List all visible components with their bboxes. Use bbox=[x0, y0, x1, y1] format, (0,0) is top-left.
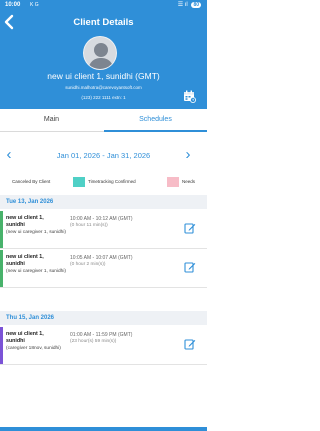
legend-timetracking-swatch bbox=[73, 177, 85, 187]
active-tab-indicator bbox=[104, 130, 207, 132]
schedule-client: new ui client 1, sunidhi bbox=[6, 331, 44, 344]
tab-schedules[interactable]: Schedules bbox=[104, 109, 207, 132]
day-header: Thu 15, Jan 2026 bbox=[0, 311, 207, 325]
user-placeholder-icon bbox=[88, 43, 114, 69]
schedule-status-bar bbox=[0, 327, 3, 364]
schedule-card[interactable]: new ui client 1, sunidhi (new ui caregiv… bbox=[0, 211, 207, 249]
avatar bbox=[83, 36, 117, 70]
tab-bar: Main Schedules bbox=[0, 109, 207, 132]
tab-main[interactable]: Main bbox=[0, 109, 103, 132]
battery-icon: 80 bbox=[191, 2, 201, 8]
edit-icon[interactable] bbox=[184, 261, 196, 273]
edit-icon[interactable] bbox=[184, 222, 196, 234]
edit-icon[interactable] bbox=[184, 338, 196, 350]
schedule-duration: (23 hour(s) 59 min(s)) bbox=[70, 339, 117, 344]
legend-timetracking-label: Timetracking Confirmed bbox=[88, 179, 136, 184]
status-notification-icons: K G bbox=[30, 2, 39, 8]
schedule-time: 10:05 AM - 10:07 AM (GMT) bbox=[70, 255, 133, 261]
schedule-caregiver: (new ui caregiver 1, sunidhi) bbox=[6, 230, 66, 235]
header: 10:00 K G ☰ ıl 80 Client Details new ui … bbox=[0, 0, 207, 109]
signal-icon: ☰ ıl bbox=[177, 2, 188, 8]
day-header: Tue 13, Jan 2026 bbox=[0, 195, 207, 209]
bottom-edge-bar bbox=[0, 427, 207, 431]
schedule-duration: (0 hour 11 min(s)) bbox=[70, 223, 108, 228]
schedule-client: new ui client 1, sunidhi bbox=[6, 254, 44, 267]
legend-needs-label: Needs bbox=[182, 179, 196, 184]
legend-needs-swatch bbox=[167, 177, 179, 187]
schedule-caregiver: (new ui caregiver 1, sunidhi) bbox=[6, 269, 66, 274]
status-bar: 10:00 K G ☰ ıl 80 bbox=[0, 0, 207, 12]
status-time: 10:00 bbox=[5, 2, 21, 8]
schedule-time: 10:00 AM - 10:12 AM (GMT) bbox=[70, 216, 133, 222]
client-phone: (123) 222 1111 extn: 1 bbox=[81, 95, 126, 100]
date-range-label[interactable]: Jan 01, 2026 - Jan 31, 2026 bbox=[0, 151, 207, 160]
status-legend: Canceled By Client Timetracking Confirme… bbox=[0, 177, 207, 189]
next-range-chevron-icon[interactable]: › bbox=[181, 147, 195, 165]
client-email: sunidhi.malhotra@carevoyantsoft.com bbox=[65, 85, 142, 90]
schedule-card[interactable]: new ui client 1, sunidhi (new ui caregiv… bbox=[0, 250, 207, 288]
schedule-status-bar bbox=[0, 250, 3, 287]
calendar-icon[interactable] bbox=[183, 90, 196, 103]
page-title: Client Details bbox=[73, 17, 134, 28]
legend-canceled-label: Canceled By Client bbox=[12, 179, 51, 184]
client-name: new ui client 1, sunidhi (GMT) bbox=[47, 71, 160, 81]
schedule-status-bar bbox=[0, 211, 3, 248]
schedule-time: 01:00 AM - 11:59 PM (GMT) bbox=[70, 332, 133, 338]
schedule-caregiver: (caregiver 18nov, sunidhi) bbox=[6, 346, 61, 351]
schedule-duration: (0 hour 2 min(s)) bbox=[70, 262, 106, 267]
date-range-navigator: ‹ Jan 01, 2026 - Jan 31, 2026 › bbox=[0, 147, 207, 165]
status-right: ☰ ıl 80 bbox=[178, 1, 201, 8]
schedule-client: new ui client 1, sunidhi bbox=[6, 215, 44, 228]
schedule-card[interactable]: new ui client 1, sunidhi (caregiver 18no… bbox=[0, 327, 207, 365]
